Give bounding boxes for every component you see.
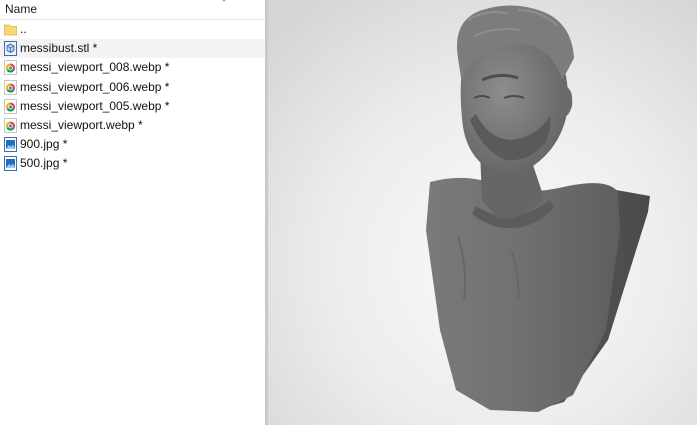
- name-column-header[interactable]: Name: [0, 0, 265, 20]
- file-row-webp-008[interactable]: messi_viewport_008.webp *: [0, 58, 265, 77]
- image-file-icon: [4, 137, 17, 153]
- file-name: 900.jpg *: [20, 137, 68, 152]
- file-row-messibust-stl[interactable]: messibust.stl *: [0, 39, 265, 59]
- 3d-viewport[interactable]: [268, 0, 697, 425]
- file-name: messi_viewport.webp *: [20, 117, 143, 132]
- file-row-webp-006[interactable]: messi_viewport_006.webp *: [0, 78, 265, 97]
- file-explorer-pane: Name .. messibust.stl * messi_viewport_0…: [0, 0, 265, 425]
- file-list: .. messibust.stl * messi_viewport_008.we…: [0, 20, 265, 174]
- chrome-file-icon: [4, 98, 17, 114]
- name-column-label: Name: [5, 2, 38, 16]
- file-row-webp-main[interactable]: messi_viewport.webp *: [0, 116, 265, 135]
- image-file-icon: [4, 156, 17, 172]
- chrome-file-icon: [4, 79, 17, 95]
- file-name: messi_viewport_008.webp *: [20, 60, 170, 75]
- file-row-parent[interactable]: ..: [0, 20, 265, 39]
- file-name: ..: [20, 22, 27, 36]
- file-row-500-jpg[interactable]: 500.jpg *: [0, 154, 265, 173]
- file-row-webp-005[interactable]: messi_viewport_005.webp *: [0, 97, 265, 116]
- 3d-scene: [268, 0, 697, 425]
- file-row-900-jpg[interactable]: 900.jpg *: [0, 135, 265, 154]
- chrome-file-icon: [4, 60, 17, 76]
- file-name: messi_viewport_006.webp *: [20, 79, 170, 94]
- sort-caret-icon: [222, 0, 226, 2]
- file-name: 500.jpg *: [20, 156, 68, 171]
- stl-file-icon: [4, 41, 17, 57]
- file-name: messibust.stl *: [20, 41, 98, 56]
- file-name: messi_viewport_005.webp *: [20, 98, 170, 113]
- chrome-file-icon: [4, 118, 17, 133]
- folder-icon: [4, 24, 17, 36]
